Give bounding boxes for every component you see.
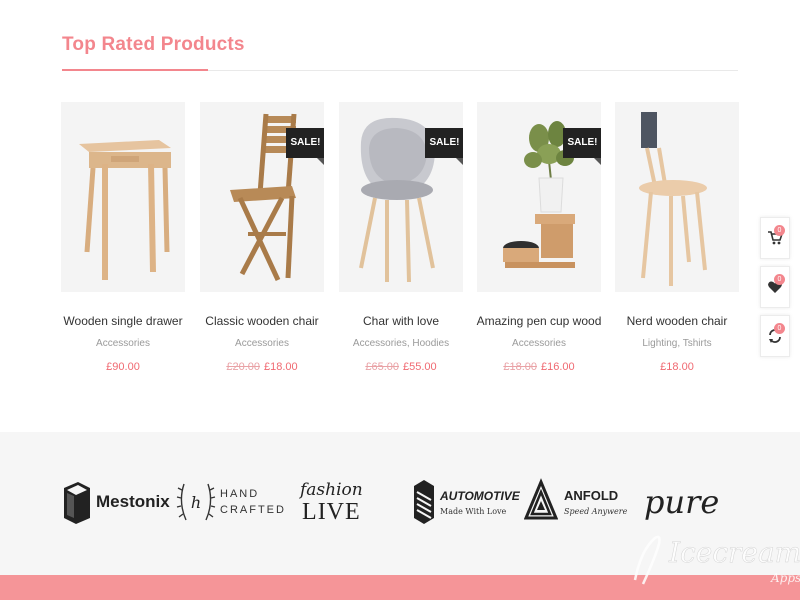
title-underline [62,69,208,71]
product-name[interactable]: Nerd wooden chair [605,314,749,328]
watermark: Icecream Apps [625,510,800,590]
product-grid: Wooden single drawer Accessories £90.00 [61,102,739,382]
product-name[interactable]: Char with love [329,314,473,328]
brand-tagline: Speed Anywere [564,507,628,516]
drawer-table-image [79,140,171,280]
brand-name: AUTOMOTIVE [440,488,520,503]
product-current-price: £55.00 [403,361,437,373]
svg-text:Icecream: Icecream [668,536,800,569]
product-category[interactable]: Accessories, Hoodies [329,338,473,349]
product-image[interactable] [615,102,739,292]
sale-badge: SALE! [563,128,601,166]
brand-name: Mestonix [96,492,170,511]
svg-text:h: h [191,493,201,512]
product-price: £65.00 £55.00 [329,361,473,373]
section-title: Top Rated Products [62,34,245,55]
product-name[interactable]: Wooden single drawer [51,314,195,328]
product-category[interactable]: Accessories [190,338,334,349]
cart-button[interactable]: 0 [760,217,790,259]
wishlist-button[interactable]: 0 [760,266,790,308]
product-old-price: £20.00 [226,361,260,373]
product-price: £18.00 £16.00 [467,361,611,373]
product-image[interactable]: SALE! [477,102,601,292]
triangle-logo-icon [524,478,558,520]
watermark-logo: Icecream Apps [633,535,800,585]
product-current-price: £90.00 [106,361,140,373]
product-name[interactable]: Classic wooden chair [190,314,334,328]
brand-name-main: LIVE [302,499,361,525]
product-current-price: £18.00 [264,361,298,373]
compare-count: 0 [774,323,785,334]
product-card[interactable]: SALE! Amazing pen cup wood Accessories £… [477,102,601,382]
brand-wordmark: HAND CRAFTED [220,486,286,518]
sale-badge: SALE! [425,128,463,166]
svg-text:Apps: Apps [770,571,800,585]
cart-count: 0 [774,225,785,236]
product-current-price: £16.00 [541,361,575,373]
product-price: £18.00 [605,361,749,373]
product-old-price: £65.00 [365,361,399,373]
floating-side-toolbar: 0 0 0 [760,217,790,364]
sale-badge: SALE! [286,128,324,166]
compare-button[interactable]: 0 [760,315,790,357]
product-category[interactable]: Accessories [467,338,611,349]
product-old-price: £18.00 [503,361,537,373]
stripes-logo-icon [414,480,434,524]
brand-name-line2: CRAFTED [220,504,286,516]
brand-logo-mestonix[interactable]: Mestonix [62,472,170,532]
product-card[interactable]: Nerd wooden chair Lighting, Tshirts £18.… [615,102,739,382]
brand-name-script: fashion [300,480,363,500]
product-price: £20.00 £18.00 [190,361,334,373]
brand-tagline: Made With Love [440,506,507,516]
brand-wordmark: AUTOMOTIVE Made With Love [440,489,520,516]
brand-logo-anfold[interactable]: ANFOLD Speed Anywere [524,472,627,532]
product-image[interactable] [61,102,185,292]
product-price: £90.00 [51,361,195,373]
product-card[interactable]: SALE! Classic wooden chair Accessories £… [200,102,324,382]
brand-wordmark: ANFOLD Speed Anywere [564,488,627,516]
product-current-price: £18.00 [660,361,694,373]
product-category[interactable]: Lighting, Tshirts [605,338,749,349]
page: Top Rated Products Wooden single drawer … [0,0,800,600]
product-name[interactable]: Amazing pen cup wood [467,314,611,328]
laurel-logo-icon: h [176,483,216,521]
product-image[interactable]: SALE! [200,102,324,292]
brand-logo-automotive[interactable]: AUTOMOTIVE Made With Love [412,472,520,532]
nerd-chair-image [639,112,707,286]
product-card[interactable]: SALE! Char with love Accessories, Hoodie… [339,102,463,382]
brand-name-line1: HAND [220,488,260,500]
cube-logo-icon [64,482,90,524]
brand-logo-handcrafted[interactable]: h HAND CRAFTED [176,472,286,532]
brand-name: ANFOLD [564,488,619,503]
product-category[interactable]: Accessories [51,338,195,349]
wishlist-count: 0 [774,274,785,285]
product-image[interactable]: SALE! [339,102,463,292]
brand-logo-fashion-live[interactable]: fashion LIVE [300,472,363,532]
product-card[interactable]: Wooden single drawer Accessories £90.00 [61,102,185,382]
